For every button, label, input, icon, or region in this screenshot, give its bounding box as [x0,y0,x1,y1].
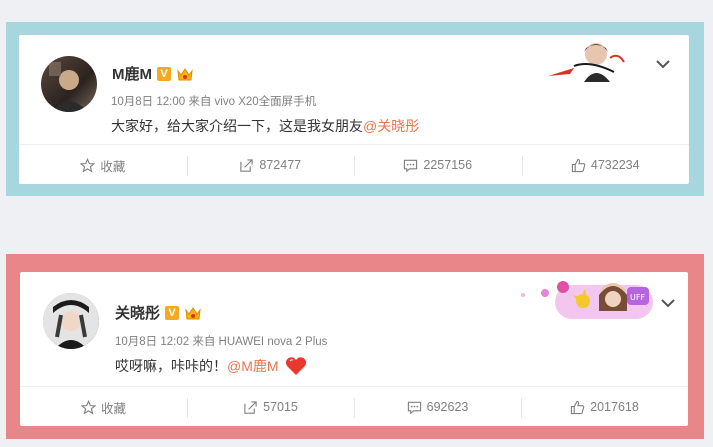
chevron-down-icon[interactable] [661,298,675,308]
weibo-post-card: M鹿M V 10月8日 12:00 来自 vivo X20全面屏手机 大家好，给… [19,35,689,184]
post-meta: 10月8日 12:00 来自 vivo X20全面屏手机 [111,96,317,108]
star-icon [80,399,96,414]
repost-count: 872477 [259,158,302,172]
heart-icon [285,357,306,375]
repost-button[interactable]: 872477 [186,145,355,185]
star-icon [80,157,96,172]
share-icon [240,158,254,172]
comment-count: 692623 [426,400,469,414]
like-count: 2017618 [590,400,639,414]
avatar[interactable] [41,56,97,112]
favorite-label: 收藏 [100,159,126,174]
post-text: 哎呀嘛，咔咔的！ @M鹿M [115,356,307,376]
share-icon [244,400,257,414]
card-decoration-image [548,43,625,82]
username[interactable]: M鹿M [112,63,152,84]
post-body: 哎呀嘛，咔咔的！ [115,358,227,374]
repost-count: 57015 [263,400,298,414]
verified-v-icon: V [157,66,171,81]
post-header: M鹿M V [112,63,194,84]
crown-badge-icon [177,67,193,80]
card-decoration-image: UFF [521,281,653,319]
like-count: 4732234 [590,158,640,172]
comment-button[interactable]: 692623 [354,387,521,427]
comment-button[interactable]: 2257156 [354,145,522,185]
thumbs-up-icon [571,158,586,172]
post-header: 关晓彤 V [115,302,202,323]
post-frame: 关晓彤 V 10月8日 12:02 来自 HUAWEI nova 2 Plus … [6,254,704,439]
comment-icon [407,401,421,414]
avatar[interactable] [43,293,99,349]
post-meta: 10月8日 12:02 来自 HUAWEI nova 2 Plus [115,336,328,348]
mention-link[interactable]: @关晓彤 [363,116,419,136]
svg-text:UFF: UFF [630,293,645,302]
username[interactable]: 关晓彤 [115,302,160,323]
comment-icon [404,159,418,172]
crown-badge-icon [185,306,201,319]
favorite-button[interactable]: 收藏 [20,387,187,427]
post-body: 大家好，给大家介绍一下，这是我女朋友 [111,118,363,134]
post-text: 大家好，给大家介绍一下，这是我女朋友 @关晓彤 [111,116,419,136]
repost-button[interactable]: 57015 [187,387,354,427]
like-button[interactable]: 2017618 [521,387,688,427]
verified-v-icon: V [165,305,180,320]
post-frame: M鹿M V 10月8日 12:00 来自 vivo X20全面屏手机 大家好，给… [6,22,704,196]
mention-link[interactable]: @M鹿M [227,356,279,376]
like-button[interactable]: 4732234 [521,145,690,185]
favorite-button[interactable]: 收藏 [19,145,187,185]
thumbs-up-icon [571,400,585,414]
action-bar: 收藏 872477 2257156 4732234 [19,144,689,185]
comment-count: 2257156 [423,158,473,172]
chevron-down-icon[interactable] [656,59,670,69]
favorite-label: 收藏 [100,401,126,416]
weibo-post-card: 关晓彤 V 10月8日 12:02 来自 HUAWEI nova 2 Plus … [20,272,688,426]
action-bar: 收藏 57015 692623 2017618 [20,386,688,427]
